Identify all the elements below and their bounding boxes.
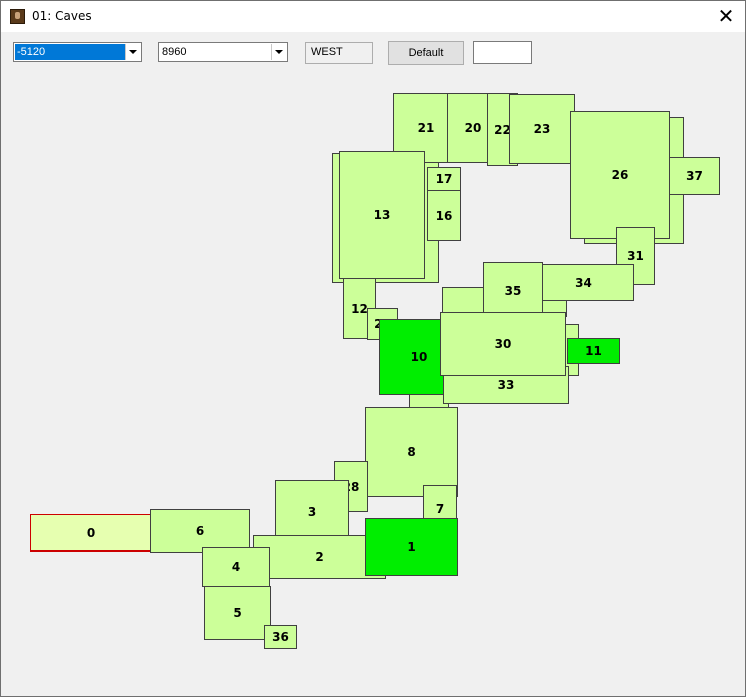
room-5[interactable]: 5 bbox=[204, 586, 271, 640]
room-30[interactable]: 30 bbox=[440, 312, 566, 376]
room-4[interactable]: 4 bbox=[202, 547, 270, 587]
room-34[interactable]: 34 bbox=[533, 264, 634, 301]
room-17[interactable]: 17 bbox=[427, 167, 461, 191]
room-37[interactable]: 37 bbox=[669, 157, 720, 195]
room-8[interactable]: 8 bbox=[365, 407, 458, 497]
app-window: 01: Caves ✕ -5120 8960 WEST Default 21 2… bbox=[0, 0, 746, 697]
room-map: 21 20 22 23 26 37 17 16 13 31 34 35 12 2… bbox=[1, 1, 745, 696]
room-36[interactable]: 36 bbox=[264, 625, 297, 649]
room-16[interactable]: 16 bbox=[427, 190, 461, 241]
room-1[interactable]: 1 bbox=[365, 518, 458, 576]
room-0[interactable]: 0 bbox=[30, 514, 152, 552]
room-11[interactable]: 11 bbox=[567, 338, 620, 364]
room-13[interactable]: 13 bbox=[339, 151, 425, 279]
room-26[interactable]: 26 bbox=[570, 111, 670, 239]
room-23[interactable]: 23 bbox=[509, 94, 575, 164]
